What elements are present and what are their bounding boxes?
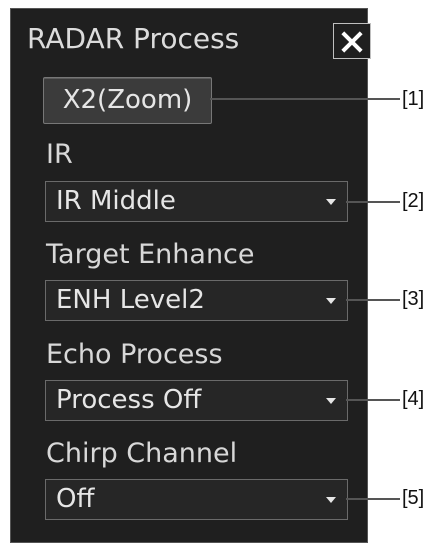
callout-line-3 bbox=[346, 299, 400, 301]
chirp-channel-dropdown-value: Off bbox=[56, 484, 95, 514]
echo-process-dropdown[interactable]: Process Off bbox=[45, 380, 348, 421]
callout-line-4 bbox=[346, 399, 400, 401]
target-enhance-label: Target Enhance bbox=[46, 239, 255, 270]
target-enhance-dropdown-value: ENH Level2 bbox=[56, 285, 205, 315]
callout-label-1: [1] bbox=[402, 88, 425, 110]
callout-line-2 bbox=[346, 201, 400, 203]
radar-process-panel: RADAR Process X2(Zoom) IR IR Middle Targ… bbox=[10, 8, 371, 543]
target-enhance-dropdown[interactable]: ENH Level2 bbox=[45, 280, 348, 321]
chevron-down-icon bbox=[326, 398, 336, 404]
chirp-channel-dropdown[interactable]: Off bbox=[45, 479, 348, 520]
ir-dropdown[interactable]: IR Middle bbox=[45, 181, 348, 222]
chirp-channel-label: Chirp Channel bbox=[46, 438, 238, 469]
callout-label-2: [2] bbox=[402, 190, 425, 212]
ir-dropdown-value: IR Middle bbox=[56, 186, 176, 216]
chevron-down-icon bbox=[326, 298, 336, 304]
close-icon[interactable] bbox=[333, 23, 371, 59]
ir-label: IR bbox=[46, 139, 73, 170]
echo-process-label: Echo Process bbox=[46, 339, 223, 370]
chevron-down-icon bbox=[326, 199, 336, 205]
title-bar: RADAR Process bbox=[11, 9, 371, 71]
callout-label-5: [5] bbox=[402, 487, 425, 509]
chevron-down-icon bbox=[326, 497, 336, 503]
zoom-button[interactable]: X2(Zoom) bbox=[43, 77, 212, 124]
callout-line-5 bbox=[346, 498, 400, 500]
window-title: RADAR Process bbox=[27, 22, 240, 55]
callout-line-1 bbox=[210, 98, 400, 100]
echo-process-dropdown-value: Process Off bbox=[56, 385, 202, 415]
callout-label-4: [4] bbox=[402, 388, 425, 410]
callout-label-3: [3] bbox=[402, 288, 425, 310]
